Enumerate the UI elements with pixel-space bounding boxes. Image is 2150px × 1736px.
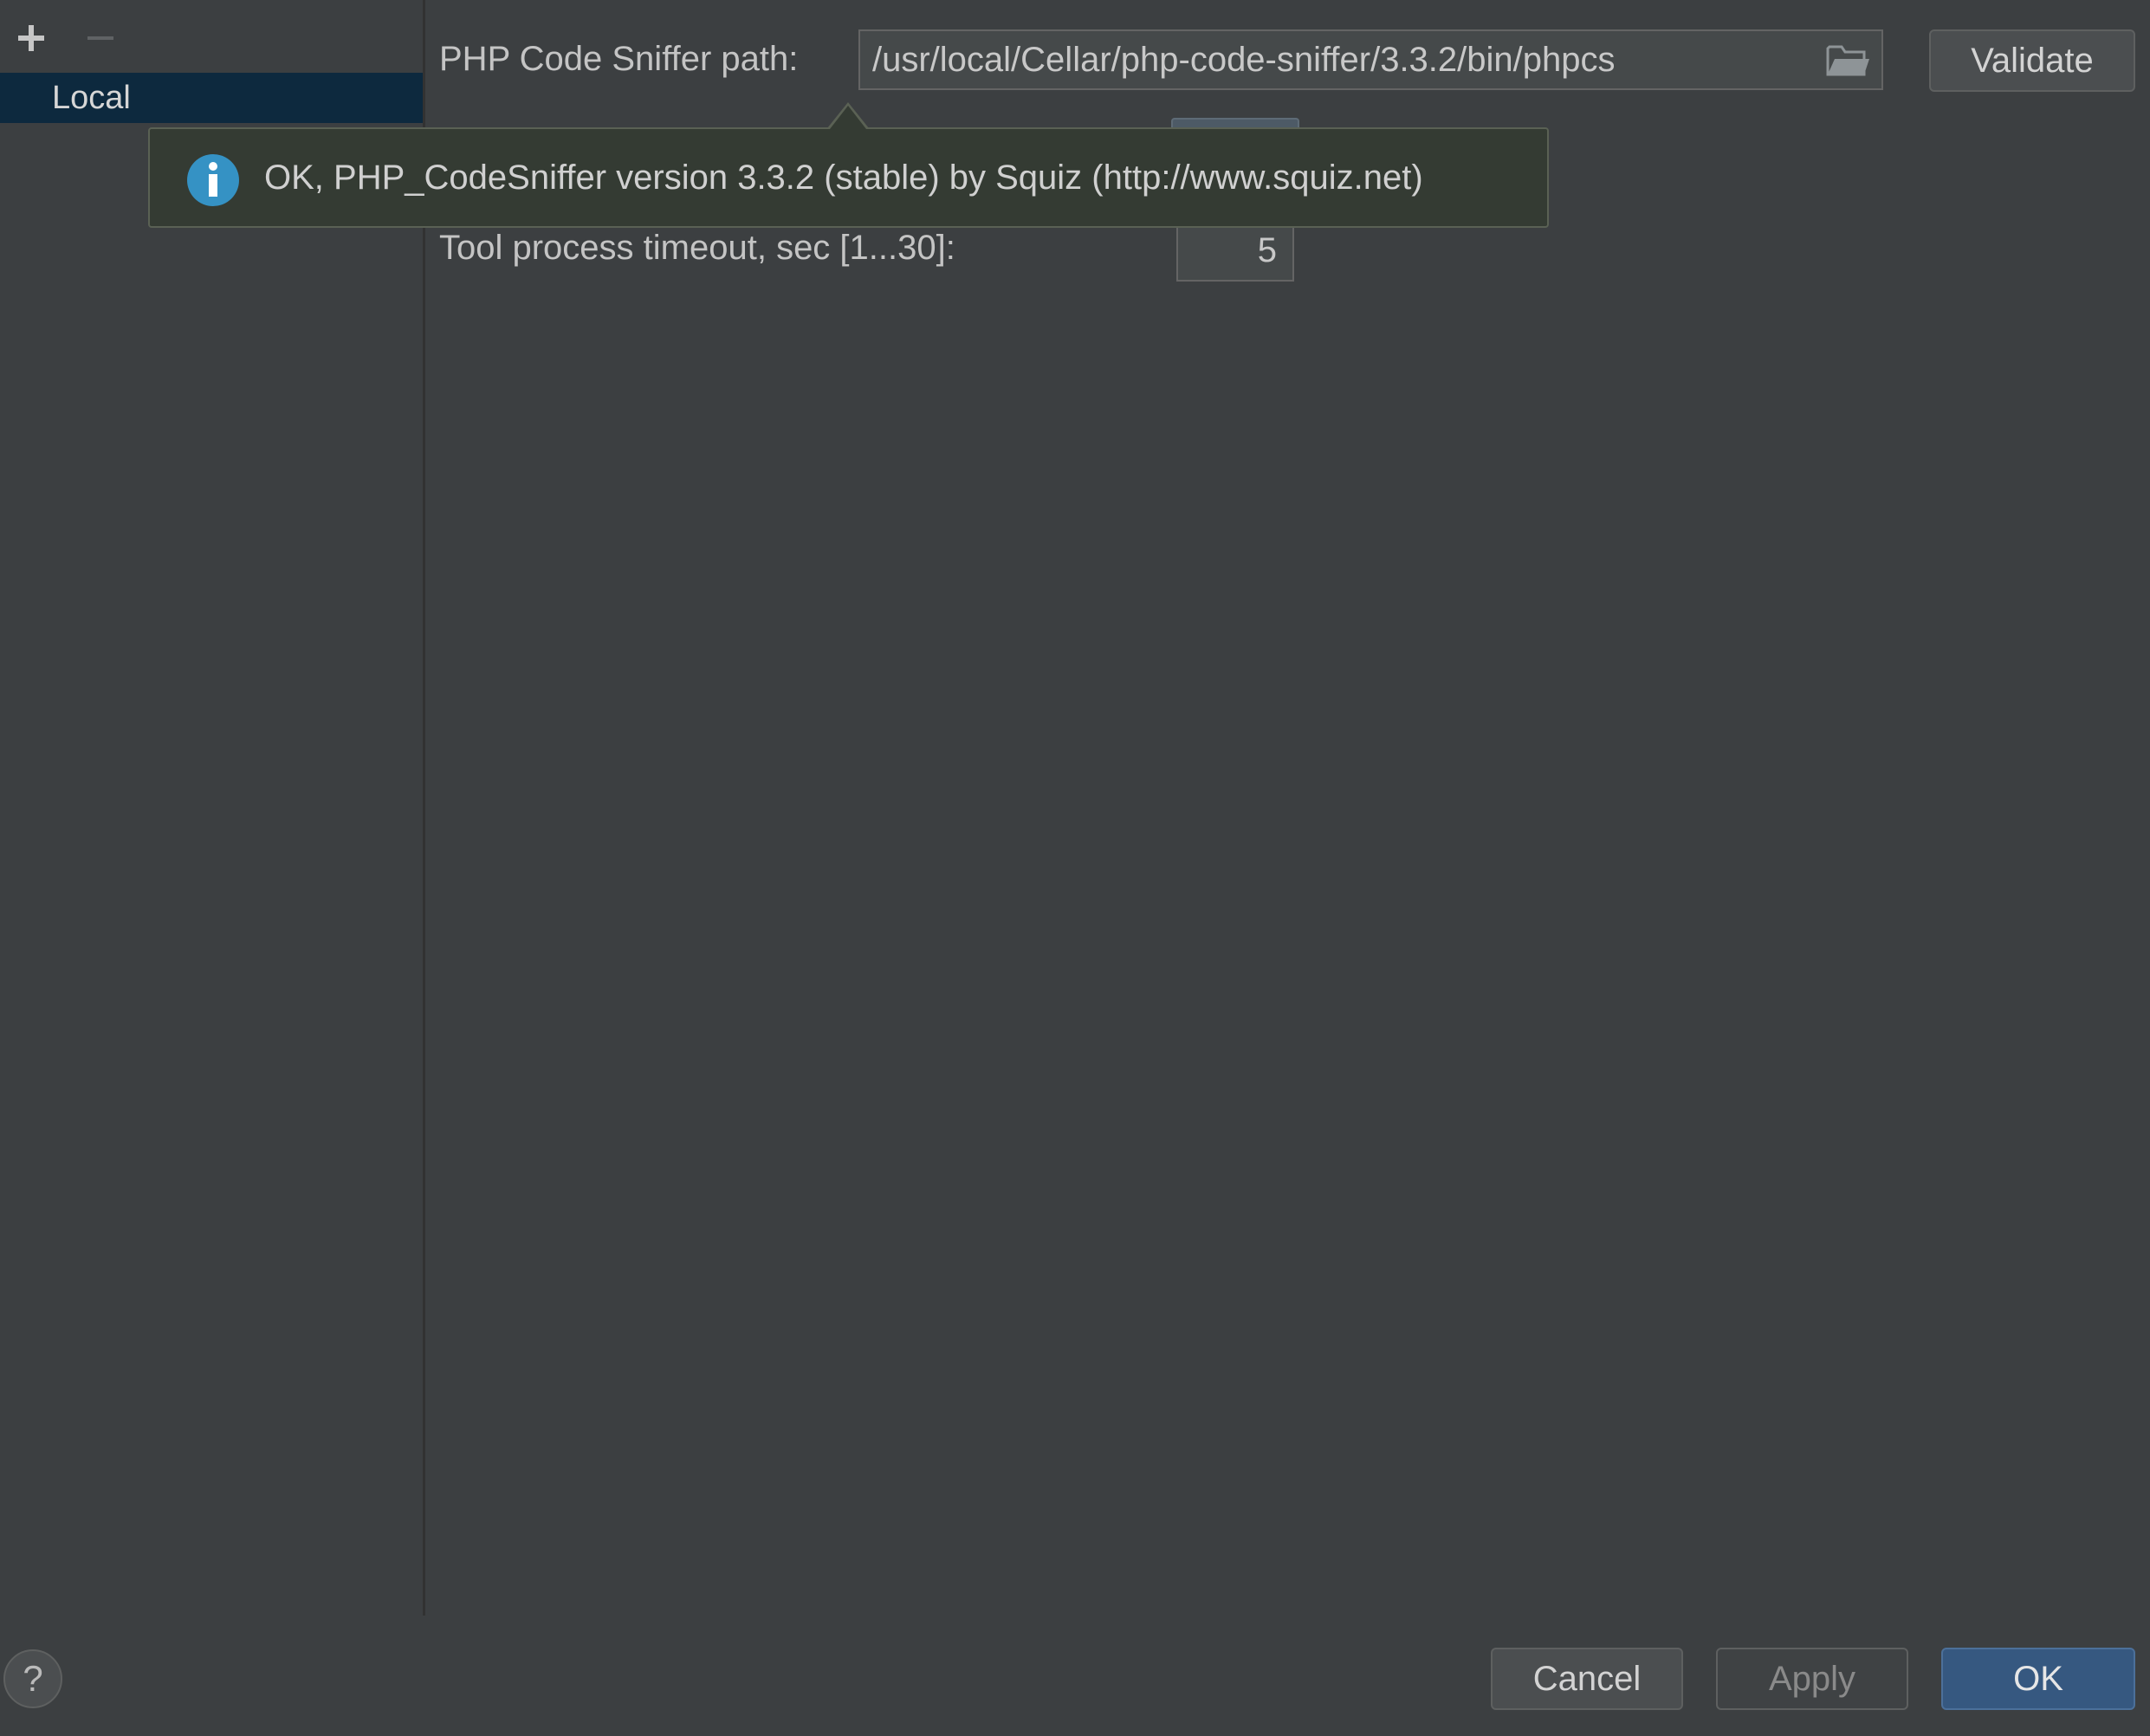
apply-button[interactable]: Apply bbox=[1716, 1648, 1908, 1710]
add-button[interactable] bbox=[5, 12, 57, 64]
timeout-input[interactable] bbox=[1178, 221, 1292, 280]
timeout-field[interactable] bbox=[1176, 219, 1294, 282]
path-label: PHP Code Sniffer path: bbox=[439, 40, 799, 78]
sidebar-toolbar bbox=[0, 0, 423, 73]
info-icon bbox=[187, 154, 239, 206]
ok-button[interactable]: OK bbox=[1941, 1648, 2135, 1710]
plus-icon bbox=[18, 25, 44, 51]
tooltip-message: OK, PHP_CodeSniffer version 3.3.2 (stabl… bbox=[264, 159, 1423, 197]
interpreter-list: Local bbox=[0, 73, 423, 123]
validate-button[interactable]: Validate bbox=[1929, 29, 2135, 92]
cancel-button[interactable]: Cancel bbox=[1491, 1648, 1683, 1710]
list-item-label: Local bbox=[52, 80, 131, 116]
phpcs-path-field[interactable] bbox=[858, 29, 1883, 90]
validation-tooltip: OK, PHP_CodeSniffer version 3.3.2 (stabl… bbox=[148, 127, 1549, 228]
help-button[interactable]: ? bbox=[3, 1649, 62, 1708]
remove-button[interactable] bbox=[74, 12, 126, 64]
tooltip-arrow-inner bbox=[830, 106, 866, 129]
interpreter-sidebar: Local bbox=[0, 0, 425, 1616]
folder-icon[interactable] bbox=[1826, 43, 1871, 78]
phpcs-path-input[interactable] bbox=[860, 31, 1787, 88]
timeout-label: Tool process timeout, sec [1...30]: bbox=[439, 229, 955, 267]
list-item-local[interactable]: Local bbox=[0, 73, 423, 123]
minus-icon bbox=[87, 36, 113, 40]
